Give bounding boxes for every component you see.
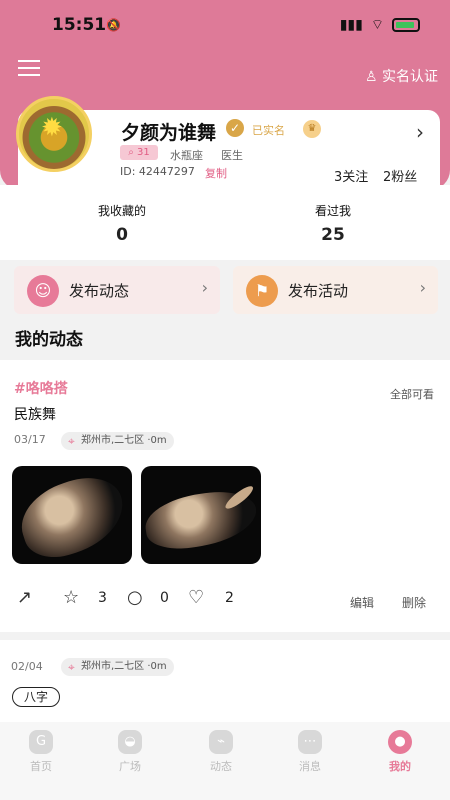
message-icon: ⋯: [298, 730, 322, 754]
user-id: ID: 42447297: [120, 165, 195, 178]
post-icon: ☺: [27, 275, 59, 307]
copy-button[interactable]: 复制: [205, 165, 227, 181]
following-count[interactable]: 3关注: [334, 166, 368, 185]
compass-icon: ⌁: [209, 730, 233, 754]
wifi-icon: ⌔: [370, 17, 384, 33]
post-date: 03/17: [14, 433, 46, 446]
visibility-label: 全部可看: [390, 388, 434, 401]
avatar[interactable]: [16, 96, 92, 172]
comment-icon[interactable]: ○: [127, 587, 143, 608]
post-text: 民族舞: [14, 407, 56, 423]
fans-count[interactable]: 2粉丝: [383, 166, 417, 185]
tab-mine[interactable]: ● 我的: [376, 730, 424, 774]
share-icon[interactable]: ↗: [17, 587, 32, 608]
publish-post-label: 发布动态: [69, 282, 130, 300]
post-card: [0, 640, 450, 722]
publish-activity-button[interactable]: ⚑ 发布活动 ›: [233, 266, 438, 314]
comment-count: 0: [160, 590, 169, 606]
bottom-tab-bar: G 首页 ◒ 广场 ⌁ 动态 ⋯ 消息 ● 我的: [0, 722, 450, 800]
menu-icon[interactable]: [18, 60, 40, 81]
dancer-image: [12, 467, 132, 564]
chevron-right-icon: ›: [201, 278, 208, 297]
location-chip[interactable]: 郑州市,二七区 ·0m: [61, 432, 174, 450]
star-icon[interactable]: ☆: [63, 587, 79, 608]
publish-post-button[interactable]: ☺ 发布动态 ›: [14, 266, 220, 314]
search-icon: ⌕: [128, 147, 134, 158]
chevron-right-icon[interactable]: ›: [416, 120, 424, 144]
chevron-right-icon: ›: [419, 278, 426, 297]
verify-link[interactable]: ♙ 实名认证: [365, 66, 438, 86]
battery-icon: [392, 18, 420, 32]
star-count: 3: [98, 590, 107, 606]
status-bar: 15:51 🔕 ▮▮▮ ⌔: [0, 0, 450, 50]
stats-panel: 我收藏的 0 看过我 25: [0, 185, 450, 260]
post-photo[interactable]: [141, 466, 261, 564]
tab-square[interactable]: ◒ 广场: [106, 730, 154, 774]
person-icon: ●: [388, 730, 412, 754]
user-icon: ♙: [364, 69, 378, 85]
flag-icon: ⚑: [246, 275, 278, 307]
publish-activity-label: 发布活动: [288, 282, 349, 300]
delete-button[interactable]: 删除: [402, 594, 426, 611]
verify-label: 实名认证: [382, 69, 438, 85]
stat-label: 我收藏的: [97, 204, 146, 218]
post-tag[interactable]: #咯咯搭: [14, 378, 68, 398]
status-time: 15:51: [52, 15, 107, 35]
status-icons: ▮▮▮ ⌔: [340, 16, 420, 34]
stat-label: 看过我: [314, 204, 351, 218]
crown-icon: ♛: [303, 120, 321, 138]
home-icon: G: [29, 730, 53, 754]
edit-button[interactable]: 编辑: [350, 594, 374, 611]
zodiac: 水瓶座: [170, 149, 203, 162]
stat-value: 0: [116, 225, 128, 245]
tab-dynamics[interactable]: ⌁ 动态: [197, 730, 245, 774]
favorites-stat[interactable]: 我收藏的 0: [95, 202, 149, 245]
viewed-me-stat[interactable]: 看过我 25: [312, 202, 354, 245]
post-tag[interactable]: 八字: [12, 687, 60, 707]
signal-icon: ▮▮▮: [339, 17, 363, 33]
badge-count: 31: [137, 147, 150, 158]
stat-value: 25: [321, 225, 345, 245]
level-badge: ⌕ 31: [120, 145, 158, 160]
like-count: 2: [225, 590, 234, 606]
post-date: 02/04: [11, 660, 43, 673]
heart-icon[interactable]: ♡: [188, 587, 204, 608]
silent-icon: 🔕: [106, 18, 121, 32]
dancer-image: [141, 486, 261, 554]
location-chip[interactable]: 郑州市,二七区 ·0m: [61, 658, 174, 676]
post-photo[interactable]: [12, 466, 132, 564]
verified-icon: ✓: [226, 119, 244, 137]
section-title: 我的动态: [15, 330, 83, 350]
job: 医生: [221, 149, 243, 162]
username: 夕颜为谁舞: [121, 122, 217, 144]
real-name-label: 已实名: [252, 124, 285, 137]
planet-icon: ◒: [118, 730, 142, 754]
tab-home[interactable]: G 首页: [17, 730, 65, 774]
tab-messages[interactable]: ⋯ 消息: [286, 730, 334, 774]
